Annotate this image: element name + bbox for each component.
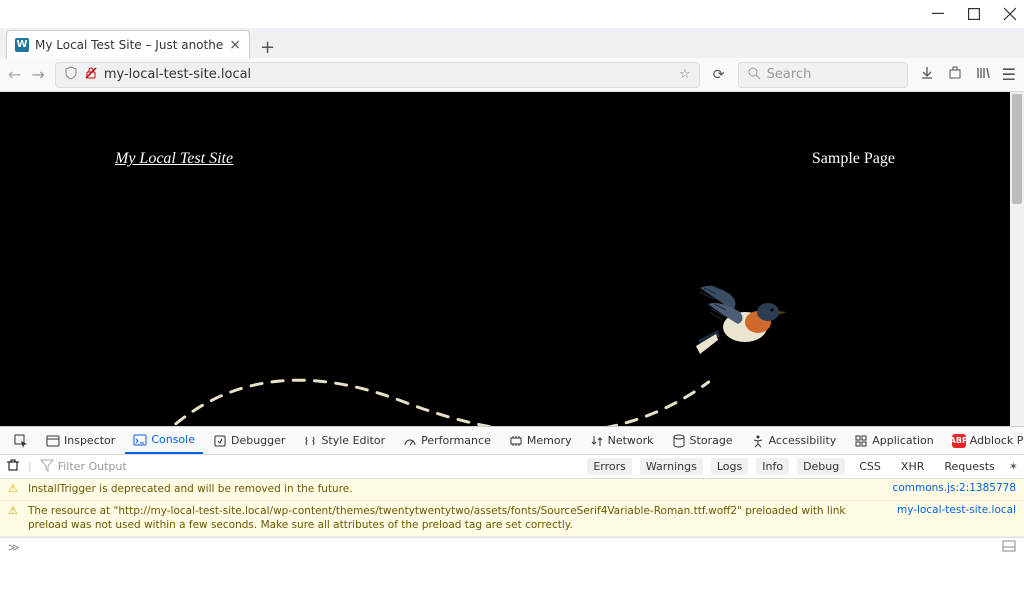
vertical-scrollbar[interactable] — [1010, 92, 1024, 426]
abp-icon: ABP — [952, 434, 966, 448]
bird-image — [690, 282, 790, 362]
tab-title: My Local Test Site – Just anothe — [35, 38, 223, 52]
window-close-icon[interactable] — [1004, 8, 1016, 20]
page-content: My Local Test Site Sample Page — [0, 92, 1010, 426]
console-messages: InstallTrigger is deprecated and will be… — [0, 478, 1024, 537]
devtools-inspector-picker[interactable] — [6, 427, 36, 454]
filter-errors[interactable]: Errors — [587, 458, 632, 475]
tab-adblock-plus[interactable]: ABP Adblock Plus — [944, 427, 1024, 454]
tab-storage[interactable]: Storage — [664, 427, 741, 454]
funnel-icon — [40, 458, 54, 475]
filter-xhr[interactable]: XHR — [895, 458, 930, 475]
back-button[interactable]: ← — [8, 65, 21, 84]
filter-debug[interactable]: Debug — [797, 458, 845, 475]
filter-css[interactable]: CSS — [853, 458, 887, 475]
console-warning-row[interactable]: InstallTrigger is deprecated and will be… — [0, 479, 1024, 501]
app-menu-icon[interactable]: ☰ — [1002, 65, 1016, 84]
search-placeholder: Search — [767, 67, 812, 82]
shield-icon — [64, 66, 78, 84]
url-toolbar: ← → my-local-test-site.local ☆ ⟳ Search … — [0, 58, 1024, 92]
page-viewport: My Local Test Site Sample Page — [0, 92, 1024, 426]
forward-button[interactable]: → — [31, 65, 44, 84]
message-source[interactable]: commons.js:2:1385778 — [893, 482, 1016, 494]
prompt-chevron-icon — [8, 541, 20, 554]
warning-icon — [8, 482, 20, 494]
clear-console-icon[interactable] — [6, 458, 20, 475]
devtools-tabbar: Inspector Console Debugger Style Editor … — [0, 426, 1024, 454]
window-maximize-icon[interactable] — [968, 8, 980, 20]
new-tab-button[interactable]: + — [250, 37, 285, 58]
message-text: The resource at "http://my-local-test-si… — [28, 504, 877, 533]
filter-requests[interactable]: Requests — [938, 458, 1000, 475]
tab-accessibility[interactable]: Accessibility — [743, 427, 845, 454]
search-bar[interactable]: Search — [738, 62, 908, 88]
console-warning-row[interactable]: The resource at "http://my-local-test-si… — [0, 501, 1024, 537]
message-text: InstallTrigger is deprecated and will be… — [28, 482, 873, 497]
split-console-icon[interactable] — [1002, 539, 1016, 557]
filter-logs[interactable]: Logs — [711, 458, 748, 475]
tab-style-editor[interactable]: Style Editor — [295, 427, 393, 454]
tab-inspector[interactable]: Inspector — [38, 427, 123, 454]
tab-application[interactable]: Application — [846, 427, 941, 454]
console-input-row[interactable] — [0, 537, 1024, 557]
search-icon — [747, 66, 761, 84]
scrollbar-thumb[interactable] — [1012, 94, 1022, 204]
message-source[interactable]: my-local-test-site.local — [897, 504, 1016, 516]
tab-close-icon[interactable]: × — [229, 37, 241, 53]
site-title-link[interactable]: My Local Test Site — [115, 150, 233, 168]
url-text: my-local-test-site.local — [104, 67, 673, 82]
window-minimize-icon[interactable] — [932, 8, 944, 20]
browser-tab-strip: W My Local Test Site – Just anothe × + — [0, 28, 1024, 58]
insecure-lock-icon — [84, 66, 98, 84]
nav-sample-page[interactable]: Sample Page — [812, 150, 895, 168]
warning-icon — [8, 504, 20, 516]
library-icon[interactable] — [974, 66, 992, 84]
browser-tab[interactable]: W My Local Test Site – Just anothe × — [6, 30, 250, 58]
tab-performance[interactable]: Performance — [395, 427, 499, 454]
tab-memory[interactable]: Memory — [501, 427, 580, 454]
filter-input[interactable]: Filter Output — [40, 458, 580, 476]
reload-button[interactable]: ⟳ — [710, 67, 728, 83]
tab-debugger[interactable]: Debugger — [205, 427, 293, 454]
tab-network[interactable]: Network — [582, 427, 662, 454]
extensions-icon[interactable] — [946, 66, 964, 84]
filter-warnings[interactable]: Warnings — [640, 458, 703, 475]
downloads-icon[interactable] — [918, 66, 936, 84]
bookmark-star-icon[interactable]: ☆ — [679, 67, 691, 82]
wordpress-favicon-icon: W — [15, 38, 29, 52]
tab-console[interactable]: Console — [125, 427, 203, 454]
window-titlebar — [0, 0, 1024, 28]
filter-info[interactable]: Info — [756, 458, 789, 475]
console-settings-icon[interactable]: ✶ — [1009, 460, 1018, 473]
console-filter-bar: | Filter Output Errors Warnings Logs Inf… — [0, 454, 1024, 478]
address-bar[interactable]: my-local-test-site.local ☆ — [55, 62, 700, 88]
